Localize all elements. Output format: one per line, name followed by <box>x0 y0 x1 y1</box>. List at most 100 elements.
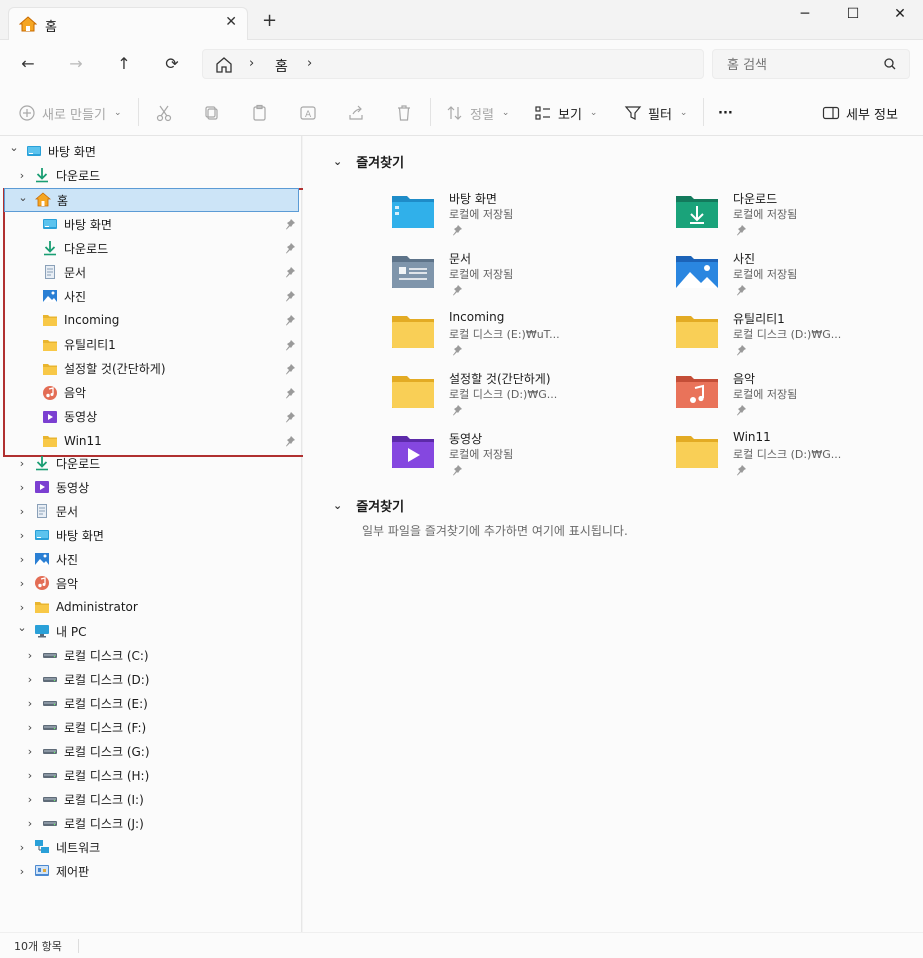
close-window-button[interactable]: ✕ <box>885 6 915 26</box>
tab-close-button[interactable]: ✕ <box>225 14 237 30</box>
sidebar-item-drive[interactable]: › 로컬 디스크 (C:) <box>0 643 302 667</box>
sidebar-item-downloads[interactable]: › 다운로드 <box>0 163 302 187</box>
sidebar-item-drive[interactable]: › 로컬 디스크 (D:) <box>0 667 302 691</box>
chevron-down-icon[interactable]: ⌄ <box>8 141 20 154</box>
sidebar-item-home[interactable]: ⌄ 홈 <box>4 188 299 212</box>
minimize-button[interactable]: ─ <box>790 6 820 26</box>
sidebar-item-home-child[interactable]: 사진 <box>0 284 302 308</box>
sidebar-item-library[interactable]: › 음악 <box>0 571 302 595</box>
forward-button[interactable]: → <box>64 52 88 76</box>
home-outline-icon[interactable] <box>215 56 233 77</box>
chevron-right-icon[interactable]: › <box>16 481 28 494</box>
details-pane-button[interactable]: 세부 정보 <box>822 102 898 124</box>
chevron-right-icon[interactable]: › <box>24 649 36 662</box>
chevron-right-icon[interactable]: › <box>16 169 28 182</box>
chevron-right-icon[interactable]: › <box>24 721 36 734</box>
chevron-down-icon[interactable]: ⌄ <box>333 499 342 512</box>
sidebar-item-drive[interactable]: › 로컬 디스크 (E:) <box>0 691 302 715</box>
breadcrumb-home[interactable]: 홈 <box>275 56 288 76</box>
up-button[interactable]: ↑ <box>112 52 136 76</box>
favorite-item[interactable]: 사진 로컬에 저장됨 <box>675 246 923 302</box>
search-box[interactable] <box>712 49 910 79</box>
chevron-right-icon[interactable]: › <box>16 577 28 590</box>
new-tab-button[interactable]: + <box>262 12 277 30</box>
favorite-item[interactable]: Incoming 로컬 디스크 (E:)₩uT... <box>391 306 661 362</box>
sort-button[interactable]: 정렬 ⌄ <box>446 102 509 124</box>
filter-button[interactable]: 필터 ⌄ <box>624 102 687 124</box>
chevron-right-icon[interactable]: › <box>24 769 36 782</box>
maximize-button[interactable]: ☐ <box>838 6 868 26</box>
chevron-right-icon[interactable]: › <box>16 841 28 854</box>
sidebar-item-drive[interactable]: › 로컬 디스크 (G:) <box>0 739 302 763</box>
sidebar-item-library[interactable]: › 사진 <box>0 547 302 571</box>
more-options-button[interactable]: ··· <box>718 102 733 124</box>
new-button[interactable]: 새로 만들기 ⌄ <box>18 102 121 124</box>
chevron-right-icon[interactable]: › <box>24 745 36 758</box>
tree-item-label: 바탕 화면 <box>56 528 104 543</box>
sidebar-item-home-child[interactable]: 바탕 화면 <box>0 212 302 236</box>
chevron-right-icon[interactable]: › <box>16 601 28 614</box>
chevron-down-icon[interactable]: ⌄ <box>17 191 29 204</box>
breadcrumb-chevron-icon[interactable]: › <box>249 56 254 71</box>
chevron-right-icon[interactable]: › <box>16 865 28 878</box>
section-header-favorites[interactable]: ⌄ 즐겨찾기 <box>333 152 404 171</box>
chevron-right-icon[interactable]: › <box>24 817 36 830</box>
chevron-right-icon[interactable]: › <box>16 505 28 518</box>
sidebar-item-library[interactable]: › 동영상 <box>0 475 302 499</box>
chevron-down-icon[interactable]: ⌄ <box>16 621 28 634</box>
sidebar-item-drive[interactable]: › 로컬 디스크 (H:) <box>0 763 302 787</box>
sidebar-item-home-child[interactable]: 음악 <box>0 381 302 405</box>
breadcrumb-chevron-icon[interactable]: › <box>307 56 312 71</box>
favorite-item[interactable]: 동영상 로컬에 저장됨 <box>391 426 661 482</box>
view-button[interactable]: 보기 ⌄ <box>534 102 597 124</box>
section-header-favorites-files[interactable]: ⌄ 즐겨찾기 <box>333 496 404 515</box>
chevron-right-icon[interactable]: › <box>16 553 28 566</box>
favorite-item[interactable]: 음악 로컬에 저장됨 <box>675 366 923 422</box>
chevron-right-icon[interactable]: › <box>16 457 28 470</box>
sidebar-item-home-child[interactable]: 다운로드 <box>0 236 302 260</box>
search-input[interactable] <box>727 55 877 75</box>
paste-button[interactable] <box>251 102 269 124</box>
sidebar-item-home-child[interactable]: 설정할 것(간단하게) <box>0 357 302 381</box>
sidebar-item-desktop[interactable]: ⌄ 바탕 화면 <box>0 139 302 163</box>
chevron-right-icon[interactable]: › <box>24 697 36 710</box>
sidebar-item-library[interactable]: › 문서 <box>0 499 302 523</box>
favorite-item[interactable]: Win11 로컬 디스크 (D:)₩G... <box>675 426 923 482</box>
sort-icon <box>446 104 464 122</box>
tab-home[interactable]: 홈 ✕ <box>8 7 248 40</box>
refresh-button[interactable]: ⟳ <box>160 52 184 76</box>
favorite-item[interactable]: 바탕 화면 로컬에 저장됨 <box>391 186 661 242</box>
chevron-down-icon[interactable]: ⌄ <box>333 155 342 168</box>
sidebar-item-network[interactable]: › 네트워크 <box>0 835 302 859</box>
sidebar-item-home-child[interactable]: 문서 <box>0 260 302 284</box>
sidebar-item-control-panel[interactable]: › 제어판 <box>0 859 302 883</box>
sidebar-item-home-child[interactable]: Incoming <box>0 308 302 332</box>
sidebar-item-drive[interactable]: › 로컬 디스크 (F:) <box>0 715 302 739</box>
favorite-item[interactable]: 문서 로컬에 저장됨 <box>391 246 661 302</box>
copy-button[interactable] <box>203 102 221 124</box>
sidebar-item-library[interactable]: › 다운로드 <box>0 451 302 475</box>
share-button[interactable] <box>347 102 365 124</box>
status-bar: 10개 항목 <box>0 932 923 958</box>
sidebar-item-drive[interactable]: › 로컬 디스크 (I:) <box>0 787 302 811</box>
sidebar-item-home-child[interactable]: Win11 <box>0 429 302 453</box>
favorite-item[interactable]: 유틸리티1 로컬 디스크 (D:)₩G... <box>675 306 923 362</box>
address-bar[interactable]: › 홈 › <box>202 49 704 79</box>
sidebar-item-drive[interactable]: › 로컬 디스크 (J:) <box>0 811 302 835</box>
chevron-right-icon[interactable]: › <box>24 793 36 806</box>
search-icon[interactable] <box>883 57 897 74</box>
sidebar-item-library[interactable]: › 바탕 화면 <box>0 523 302 547</box>
sidebar-item-home-child[interactable]: 유틸리티1 <box>0 333 302 357</box>
chevron-down-icon: ⌄ <box>589 108 598 118</box>
sidebar-item-library[interactable]: › Administrator <box>0 595 302 619</box>
favorite-item[interactable]: 다운로드 로컬에 저장됨 <box>675 186 923 242</box>
rename-button[interactable]: A <box>299 102 317 124</box>
delete-button[interactable] <box>395 102 413 124</box>
back-button[interactable]: ← <box>16 52 40 76</box>
cut-button[interactable] <box>155 102 173 124</box>
chevron-right-icon[interactable]: › <box>24 673 36 686</box>
favorite-item[interactable]: 설정할 것(간단하게) 로컬 디스크 (D:)₩G... <box>391 366 661 422</box>
chevron-right-icon[interactable]: › <box>16 529 28 542</box>
sidebar-item-this-pc[interactable]: ⌄ 내 PC <box>0 619 302 643</box>
sidebar-item-home-child[interactable]: 동영상 <box>0 405 302 429</box>
